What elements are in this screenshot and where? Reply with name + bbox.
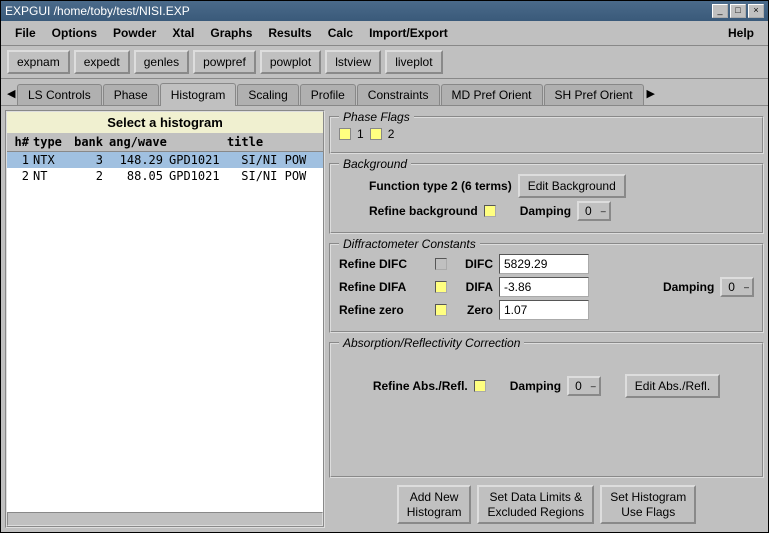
bg-damping-label: Damping	[520, 204, 571, 218]
toolbar: expnam expedt genles powpref powplot lst…	[1, 46, 768, 79]
refine-abs-checkbox[interactable]	[474, 380, 486, 392]
scrollbar-horizontal[interactable]	[7, 512, 323, 526]
menu-calc[interactable]: Calc	[320, 24, 361, 42]
tab-profile[interactable]: Profile	[300, 84, 356, 105]
refine-zero-label: Refine zero	[339, 303, 429, 317]
tab-scaling[interactable]: Scaling	[237, 84, 298, 105]
col-h: h#	[9, 135, 33, 149]
tab-sh-pref-orient[interactable]: SH Pref Orient	[544, 84, 644, 105]
difc-field[interactable]	[499, 254, 589, 274]
tab-histogram[interactable]: Histogram	[160, 83, 237, 106]
tool-expedt[interactable]: expedt	[74, 50, 130, 74]
phase-2-checkbox[interactable]	[370, 128, 382, 140]
phase-2-label: 2	[388, 127, 395, 141]
difc-label: DIFC	[453, 257, 493, 271]
menu-file[interactable]: File	[7, 24, 44, 42]
difa-damp-label: Damping	[663, 280, 714, 294]
menubar: File Options Powder Xtal Graphs Results …	[1, 21, 768, 46]
tool-expnam[interactable]: expnam	[7, 50, 70, 74]
menu-results[interactable]: Results	[260, 24, 319, 42]
group-title: Absorption/Reflectivity Correction	[339, 336, 524, 350]
menu-powder[interactable]: Powder	[105, 24, 164, 42]
bg-damping-spinner[interactable]: 0–	[577, 201, 611, 221]
group-title: Phase Flags	[339, 110, 414, 124]
col-type: type	[33, 135, 73, 149]
close-button[interactable]: ×	[748, 4, 764, 18]
menu-options[interactable]: Options	[44, 24, 105, 42]
diffract-damping-spinner[interactable]: 0–	[720, 277, 754, 297]
group-title: Background	[339, 157, 411, 171]
minimize-button[interactable]: _	[712, 4, 728, 18]
tool-powpref[interactable]: powpref	[193, 50, 256, 74]
menu-help[interactable]: Help	[720, 24, 762, 42]
titlebar: EXPGUI /home/toby/test/NISI.EXP _ □ ×	[1, 1, 768, 21]
difa-label: DIFA	[453, 280, 493, 294]
set-data-limits-button[interactable]: Set Data Limits & Excluded Regions	[477, 485, 594, 524]
phase-1-checkbox[interactable]	[339, 128, 351, 140]
tool-liveplot[interactable]: liveplot	[385, 50, 442, 74]
tab-constraints[interactable]: Constraints	[357, 84, 440, 105]
refine-bg-checkbox[interactable]	[484, 205, 496, 217]
tabbar: ◀ LS Controls Phase Histogram Scaling Pr…	[1, 79, 768, 105]
tab-md-pref-orient[interactable]: MD Pref Orient	[441, 84, 543, 105]
menu-xtal[interactable]: Xtal	[164, 24, 202, 42]
refine-difa-label: Refine DIFA	[339, 280, 429, 294]
phase-1-label: 1	[357, 127, 364, 141]
edit-abs-button[interactable]: Edit Abs./Refl.	[625, 374, 720, 398]
edit-background-button[interactable]: Edit Background	[518, 174, 626, 198]
histogram-table-header: h# type bank ang/wave title	[7, 133, 323, 152]
tool-powplot[interactable]: powplot	[260, 50, 321, 74]
zero-field[interactable]	[499, 300, 589, 320]
add-histogram-button[interactable]: Add New Histogram	[397, 485, 472, 524]
refine-difa-checkbox[interactable]	[435, 281, 447, 293]
bg-function-label: Function type 2 (6 terms)	[369, 179, 512, 193]
bottom-buttons: Add New Histogram Set Data Limits & Excl…	[329, 481, 764, 528]
background-group: Background Function type 2 (6 terms) Edi…	[329, 163, 764, 234]
histogram-panel: Select a histogram h# type bank ang/wave…	[5, 110, 325, 528]
tab-ls-controls[interactable]: LS Controls	[17, 84, 102, 105]
tab-phase[interactable]: Phase	[103, 84, 159, 105]
tab-scroll-right-icon[interactable]: ▶	[645, 87, 657, 100]
table-row[interactable]: 1 NTX 3 148.29 GPD1021 SI/NI POW	[7, 152, 323, 168]
refine-abs-label: Refine Abs./Refl.	[373, 379, 468, 393]
spinner-arrow-icon[interactable]: –	[598, 206, 609, 216]
diffractometer-group: Diffractometer Constants Refine DIFC DIF…	[329, 243, 764, 333]
tab-scroll-left-icon[interactable]: ◀	[5, 87, 17, 100]
difa-field[interactable]	[499, 277, 589, 297]
abs-damping-spinner[interactable]: 0–	[567, 376, 601, 396]
tool-genles[interactable]: genles	[134, 50, 189, 74]
spinner-arrow-icon[interactable]: –	[588, 381, 599, 391]
spinner-arrow-icon[interactable]: –	[741, 282, 752, 292]
refine-difc-label: Refine DIFC	[339, 257, 429, 271]
tool-lstview[interactable]: lstview	[325, 50, 381, 74]
table-row[interactable]: 2 NT 2 88.05 GPD1021 SI/NI POW	[7, 168, 323, 184]
menu-graphs[interactable]: Graphs	[202, 24, 260, 42]
refine-difc-checkbox[interactable]	[435, 258, 447, 270]
col-ang: ang/wave	[109, 135, 169, 149]
absorption-group: Absorption/Reflectivity Correction Refin…	[329, 342, 764, 478]
refine-zero-checkbox[interactable]	[435, 304, 447, 316]
refine-bg-label: Refine background	[369, 204, 478, 218]
histogram-header: Select a histogram	[7, 112, 323, 133]
histogram-table-body[interactable]: 1 NTX 3 148.29 GPD1021 SI/NI POW 2 NT 2 …	[7, 152, 323, 512]
menu-import-export[interactable]: Import/Export	[361, 24, 456, 42]
maximize-button[interactable]: □	[730, 4, 746, 18]
zero-label: Zero	[453, 303, 493, 317]
col-bank: bank	[73, 135, 109, 149]
col-title: title	[169, 135, 321, 149]
window-title: EXPGUI /home/toby/test/NISI.EXP	[5, 4, 190, 18]
phase-flags-group: Phase Flags 1 2	[329, 116, 764, 154]
set-use-flags-button[interactable]: Set Histogram Use Flags	[600, 485, 696, 524]
abs-damping-label: Damping	[510, 379, 561, 393]
group-title: Diffractometer Constants	[339, 237, 480, 251]
